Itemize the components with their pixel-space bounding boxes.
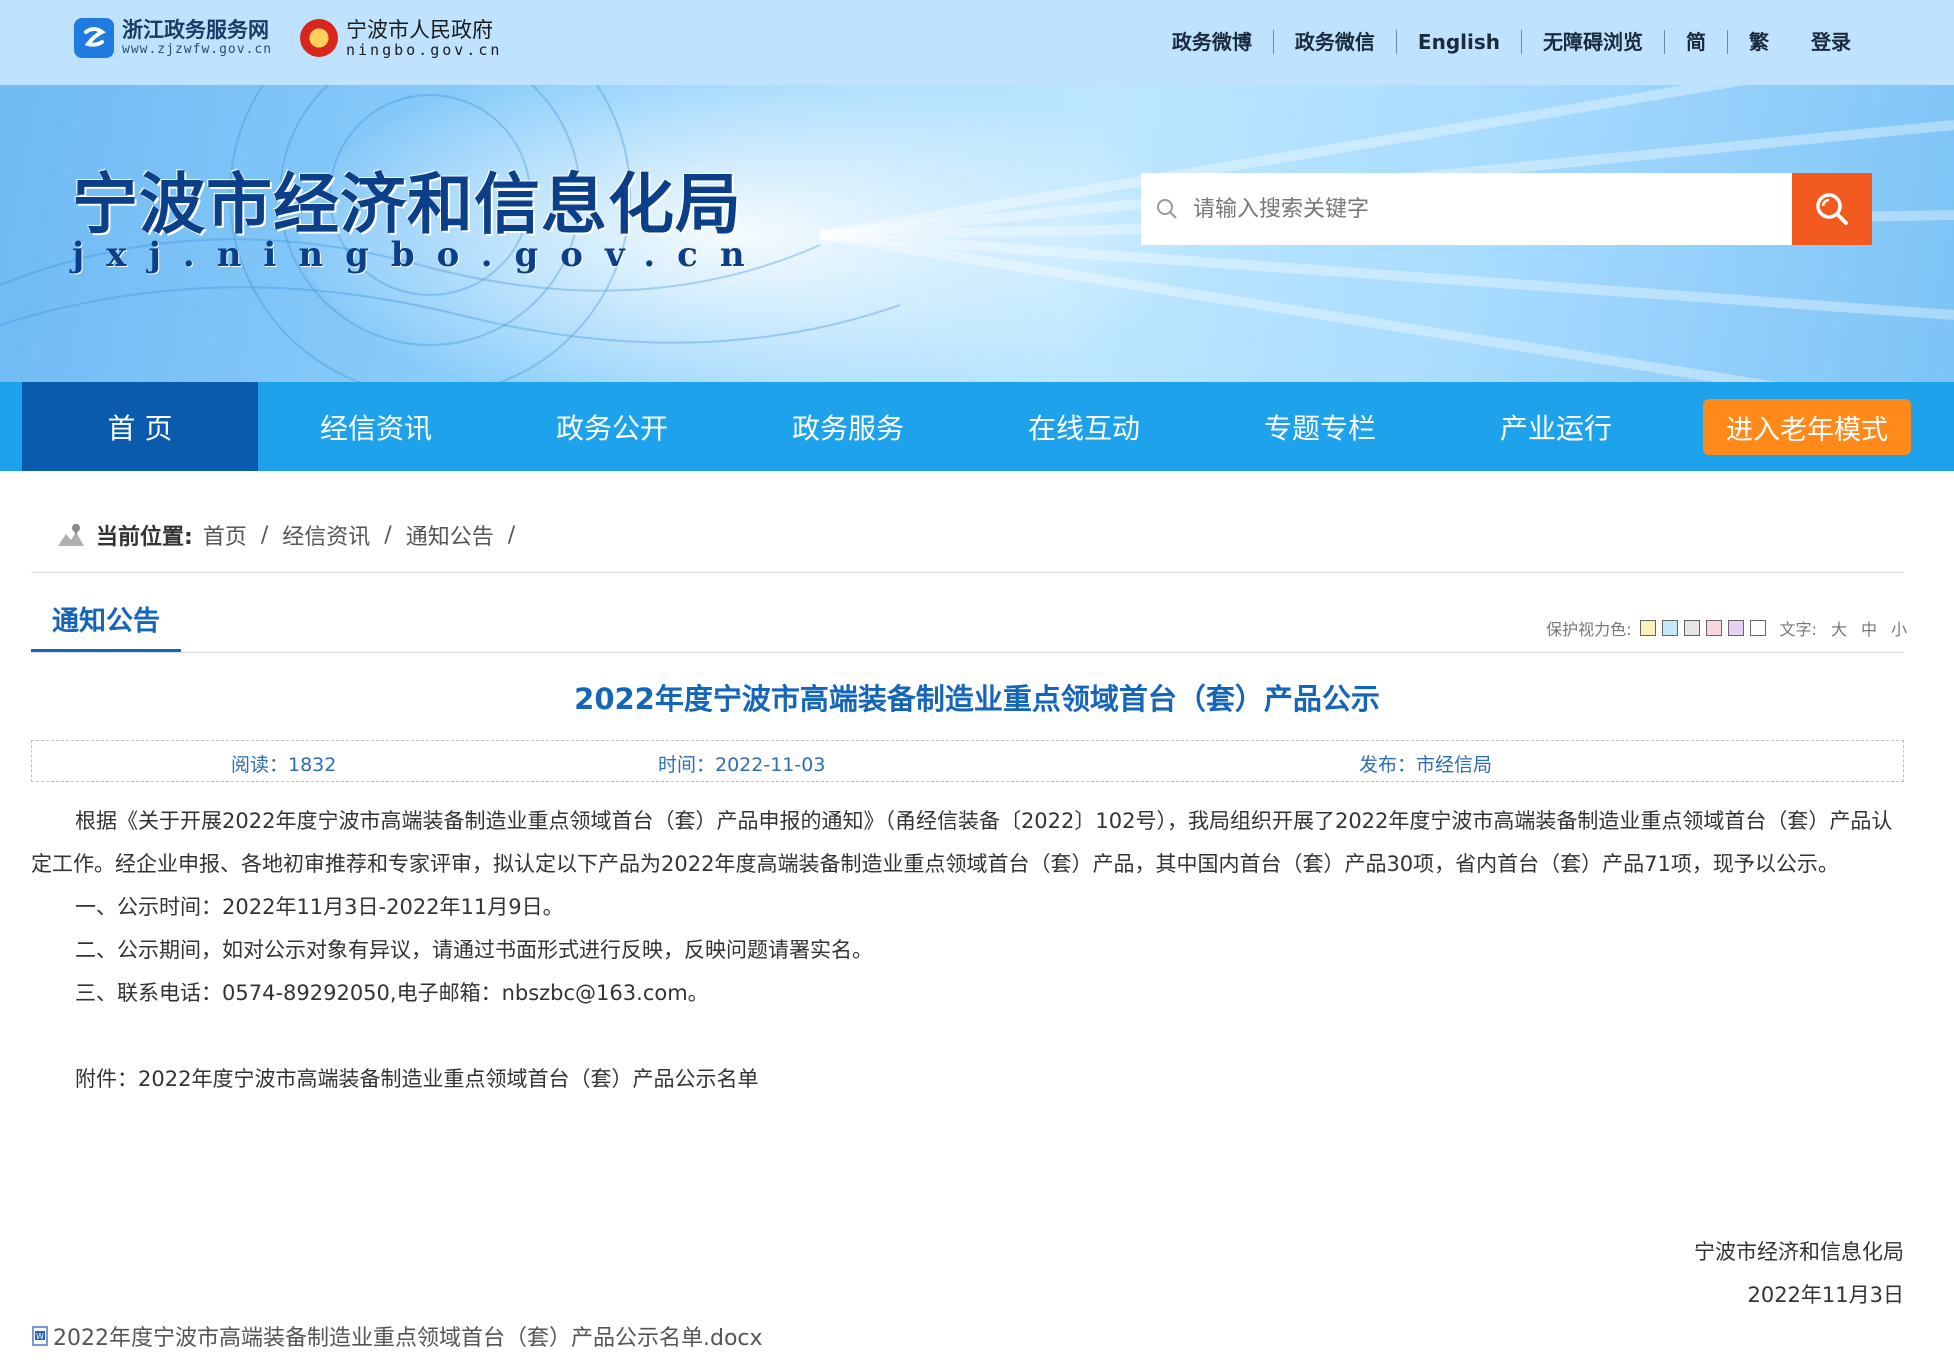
site-name: 宁波市经济和信息化局 (72, 165, 742, 243)
breadcrumb-separator: / (507, 522, 516, 548)
font-size-small[interactable]: 小 (1891, 616, 1907, 640)
link-simplified[interactable]: 简 (1665, 30, 1727, 54)
nav-services[interactable]: 政务服务 (730, 382, 966, 471)
top-bar: 浙江政务服务网 www.zjzwfw.gov.cn 宁波市人民政府 ningbo… (0, 0, 1954, 85)
national-emblem-icon (300, 19, 338, 57)
site-domain: jxj.ningbo.gov.cn (72, 235, 767, 275)
nav-home[interactable]: 首 页 (22, 382, 258, 471)
eye-care-pink[interactable] (1705, 620, 1722, 636)
zjzwfw-logo[interactable]: 浙江政务服务网 www.zjzwfw.gov.cn (74, 18, 272, 58)
link-english[interactable]: English (1397, 30, 1521, 54)
attachment-note: 附件：2022年度宁波市高端装备制造业重点领域首台（套）产品公示名单 (75, 1067, 759, 1091)
sign-date: 2022年11月3日 (1747, 1283, 1904, 1307)
reading-tools: 保护视力色: 文字: 大 中 小 (1546, 616, 1907, 640)
breadcrumb: 当前位置: 首页 / 经信资讯 / 通知公告 / (56, 518, 529, 552)
search-bar (1141, 173, 1872, 245)
breadcrumb-separator: / (384, 522, 392, 548)
publisher: 发布：市经信局 (1359, 754, 1493, 776)
breadcrumb-news[interactable]: 经信资讯 (282, 519, 370, 551)
attachment-link[interactable]: W 2022年度宁波市高端装备制造业重点领域首台（套）产品公示名单.docx (31, 1321, 763, 1351)
top-links: 政务微博 政务微信 English 无障碍浏览 简 繁 登录 (1151, 24, 1872, 60)
eye-care-gray[interactable] (1683, 620, 1700, 636)
search-icon (1157, 199, 1177, 219)
section-title: 通知公告 (31, 602, 181, 652)
search-input[interactable] (1193, 196, 1753, 222)
paragraph: 一、公示时间：2022年11月3日-2022年11月9日。 (75, 895, 564, 919)
font-size-large[interactable]: 大 (1831, 616, 1847, 640)
zjzwfw-name: 浙江政务服务网 (122, 18, 269, 42)
ningbo-gov-logo[interactable]: 宁波市人民政府 ningbo.gov.cn (300, 18, 502, 58)
ningbo-gov-name: 宁波市人民政府 (346, 18, 493, 42)
link-weibo[interactable]: 政务微博 (1151, 30, 1273, 54)
location-icon (58, 523, 84, 546)
doc-file-icon: W (32, 1326, 48, 1346)
banner: 宁波市经济和信息化局 jxj.ningbo.gov.cn (0, 85, 1954, 382)
svg-text:W: W (36, 1332, 44, 1341)
breadcrumb-notices[interactable]: 通知公告 (406, 519, 494, 551)
paragraph: 三、联系电话：0574-89292050,电子邮箱：nbszbc@163.com… (75, 981, 709, 1005)
read-count: 阅读：1832 (231, 754, 337, 776)
font-size-label: 文字: (1779, 620, 1817, 639)
article-body: 根据《关于开展2022年度宁波市高端装备制造业重点领域首台（套）产品申报的通知》… (31, 800, 1904, 1101)
breadcrumb-separator: / (260, 522, 269, 548)
nav-interaction[interactable]: 在线互动 (966, 382, 1202, 471)
zjzwfw-logo-icon (74, 18, 114, 58)
search-icon (1816, 193, 1848, 225)
search-button[interactable] (1792, 173, 1872, 245)
article-title: 2022年度宁波市高端装备制造业重点领域首台（套）产品公示 (574, 682, 1380, 716)
eye-care-white[interactable] (1749, 620, 1766, 636)
link-login[interactable]: 登录 (1790, 30, 1872, 54)
nav-news[interactable]: 经信资讯 (258, 382, 494, 471)
link-traditional[interactable]: 繁 (1728, 30, 1790, 54)
paragraph: 根据《关于开展2022年度宁波市高端装备制造业重点领域首台（套）产品申报的通知》… (31, 809, 1893, 876)
font-size-medium[interactable]: 中 (1861, 616, 1877, 640)
link-accessibility[interactable]: 无障碍浏览 (1522, 30, 1664, 54)
divider (31, 572, 1904, 573)
zjzwfw-domain: www.zjzwfw.gov.cn (122, 42, 273, 57)
eye-care-blue[interactable] (1661, 620, 1678, 636)
breadcrumb-label: 当前位置: (96, 525, 193, 550)
divider (31, 652, 1904, 653)
nav-topics[interactable]: 专题专栏 (1202, 382, 1438, 471)
eye-care-label: 保护视力色: (1546, 620, 1632, 639)
paragraph: 二、公示期间，如对公示对象有异议，请通过书面形式进行反映，反映问题请署实名。 (75, 938, 873, 962)
search-box (1141, 173, 1792, 245)
nav-industry[interactable]: 产业运行 (1438, 382, 1674, 471)
breadcrumb-home[interactable]: 首页 (203, 519, 247, 551)
ningbo-gov-domain: ningbo.gov.cn (346, 41, 503, 59)
link-wechat[interactable]: 政务微信 (1274, 30, 1396, 54)
attachment-filename[interactable]: 2022年度宁波市高端装备制造业重点领域首台（套）产品公示名单.docx (53, 1320, 763, 1352)
main-nav: 首 页 经信资讯 政务公开 政务服务 在线互动 专题专栏 产业运行 进入老年模式 (0, 382, 1954, 471)
signature: 宁波市经济和信息化局 (1694, 1240, 1904, 1264)
eye-care-purple[interactable] (1727, 620, 1744, 636)
publish-date: 时间：2022-11-03 (658, 754, 826, 776)
eye-care-yellow[interactable] (1639, 620, 1656, 636)
article-meta: 阅读：1832 时间：2022-11-03 发布：市经信局 (31, 740, 1904, 782)
nav-disclosure[interactable]: 政务公开 (494, 382, 730, 471)
elder-mode-button[interactable]: 进入老年模式 (1703, 399, 1911, 455)
